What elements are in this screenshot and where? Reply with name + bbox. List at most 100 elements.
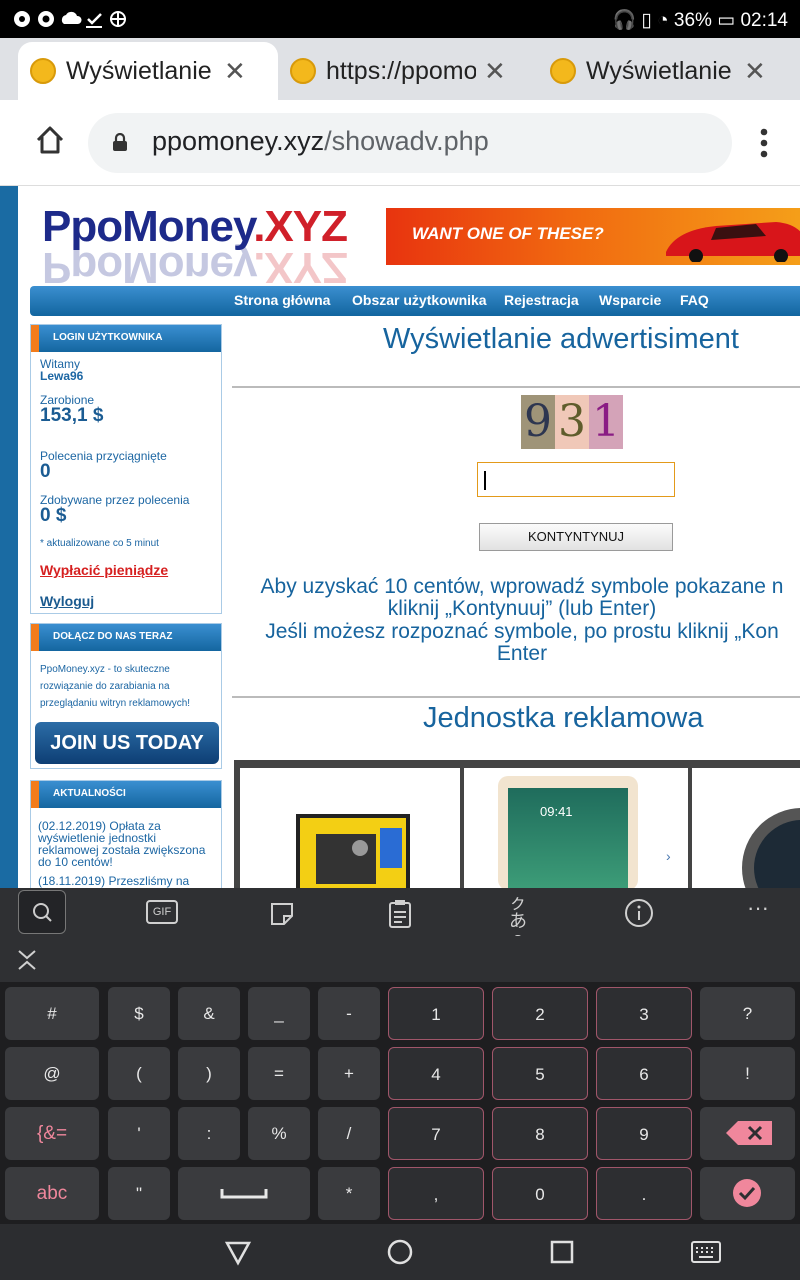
key-dollar[interactable]: $ — [108, 987, 170, 1040]
key-7[interactable]: 7 — [388, 1107, 484, 1160]
join-us-button[interactable]: JOIN US TODAY — [35, 722, 219, 764]
close-icon[interactable]: ✕ — [744, 56, 766, 87]
gif-icon[interactable]: GIF — [146, 900, 178, 924]
collapse-keyboard-icon[interactable] — [16, 948, 38, 972]
notification-icons-svg — [14, 11, 126, 28]
clock: 02:14 — [740, 10, 788, 31]
omnibox[interactable]: ppomoney.xyz/showadv.php — [88, 113, 732, 173]
ad-product-watch[interactable] — [692, 768, 800, 888]
withdraw-link[interactable]: Wypłacić pieniądze — [40, 562, 168, 578]
key-8[interactable]: 8 — [492, 1107, 588, 1160]
logout-link[interactable]: Wyloguj — [40, 593, 94, 609]
login-box: LOGIN UŻYTKOWNIKA Witamy Lewa96 Zarobion… — [30, 324, 222, 614]
favicon-icon — [290, 58, 316, 84]
search-icon[interactable] — [18, 890, 66, 934]
keyboard-toolbar: GIF ㇰあa ··· — [0, 888, 800, 948]
key-ampersand[interactable]: & — [178, 987, 240, 1040]
key-more-symbols[interactable]: {&= — [5, 1107, 99, 1160]
key-percent[interactable]: % — [248, 1107, 310, 1160]
nav-support[interactable]: Wsparcie — [599, 292, 661, 308]
space-icon — [220, 1189, 268, 1199]
key-quote[interactable]: " — [108, 1167, 170, 1220]
wifi-icon: ◔ — [657, 10, 669, 31]
more-vert-icon[interactable] — [756, 126, 772, 160]
enter-key[interactable] — [700, 1167, 795, 1220]
nav-register[interactable]: Rejestracja — [504, 292, 579, 308]
key-exclamation[interactable]: ! — [700, 1047, 795, 1100]
captcha-input[interactable] — [477, 462, 675, 497]
logo-reflection-part2: .XYZ — [253, 243, 347, 292]
sticker-icon[interactable] — [268, 900, 296, 928]
key-question[interactable]: ? — [700, 987, 795, 1040]
key-underscore[interactable]: _ — [248, 987, 310, 1040]
url-path: /showadv.php — [324, 126, 489, 156]
key-rparen[interactable]: ) — [178, 1047, 240, 1100]
tab-1[interactable]: Wyświetlanie p ✕ — [18, 42, 278, 100]
ad-banner[interactable]: WANT ONE OF THESE? — [386, 208, 800, 265]
join-text-3: przeglądaniu witryn reklamowych! — [40, 698, 191, 709]
tab-label: Wyświetlanie p — [66, 56, 216, 85]
tab-3[interactable]: Wyświetlanie p ✕ — [538, 42, 800, 100]
tab-2[interactable]: https://ppomo ✕ — [278, 42, 536, 100]
nav-home[interactable]: Strona główna — [234, 292, 330, 308]
space-key[interactable] — [178, 1167, 310, 1220]
close-icon[interactable]: ✕ — [484, 56, 506, 87]
news-item-1-line-4[interactable]: do 10 centów! — [38, 855, 113, 869]
watch-image — [742, 808, 800, 888]
clipboard-icon[interactable] — [388, 898, 412, 928]
key-5[interactable]: 5 — [492, 1047, 588, 1100]
nav-faq[interactable]: FAQ — [680, 292, 709, 308]
system-nav-bar — [0, 1224, 800, 1280]
continue-button[interactable]: KONTYNTYNUJ — [479, 523, 673, 551]
login-box-title: LOGIN UŻYTKOWNIKA — [53, 332, 163, 343]
home-nav-icon[interactable] — [386, 1238, 414, 1266]
key-6[interactable]: 6 — [596, 1047, 692, 1100]
home-icon[interactable] — [34, 124, 66, 156]
info-icon[interactable] — [624, 898, 654, 928]
more-icon[interactable]: ··· — [742, 897, 774, 930]
key-0[interactable]: 0 — [492, 1167, 588, 1220]
key-plus[interactable]: + — [318, 1047, 380, 1100]
key-minus[interactable]: - — [318, 987, 380, 1040]
ad-product-generator[interactable] — [240, 768, 460, 888]
instruction-line-4: Enter — [496, 642, 548, 665]
favicon-icon — [30, 58, 56, 84]
news-item-2-line-1[interactable]: (18.11.2019) Przeszliśmy na — [38, 874, 189, 888]
key-1[interactable]: 1 — [388, 987, 484, 1040]
key-asterisk[interactable]: * — [318, 1167, 380, 1220]
key-3[interactable]: 3 — [596, 987, 692, 1040]
key-lparen[interactable]: ( — [108, 1047, 170, 1100]
referrals-value: 0 — [40, 461, 51, 482]
key-9[interactable]: 9 — [596, 1107, 692, 1160]
earned-value: 153,1 $ — [40, 405, 104, 426]
translate-icon[interactable]: ㇰあa — [502, 894, 534, 948]
backspace-icon — [725, 1121, 772, 1145]
url-text[interactable]: ppomoney.xyz/showadv.php — [152, 126, 489, 157]
key-apostrophe[interactable]: ' — [108, 1107, 170, 1160]
key-at[interactable]: @ — [5, 1047, 99, 1100]
key-4[interactable]: 4 — [388, 1047, 484, 1100]
back-icon[interactable] — [224, 1240, 252, 1266]
join-box: DOŁĄCZ DO NAS TERAZ PpoMoney.xyz - to sk… — [30, 623, 222, 769]
ad-product-tablet[interactable]: 09:41 › — [464, 768, 688, 888]
nav-user-area[interactable]: Obszar użytkownika — [352, 292, 487, 308]
news-box-header: AKTUALNOŚCI — [31, 781, 221, 808]
backspace-key[interactable] — [700, 1107, 795, 1160]
key-2[interactable]: 2 — [492, 987, 588, 1040]
close-icon[interactable]: ✕ — [224, 56, 246, 87]
key-colon[interactable]: : — [178, 1107, 240, 1160]
join-text-1: PpoMoney.xyz - to skuteczne — [40, 664, 170, 675]
recents-icon[interactable] — [550, 1240, 574, 1264]
keyboard-switch-icon[interactable] — [690, 1240, 722, 1264]
news-box: AKTUALNOŚCI (02.12.2019) Opłata za wyświ… — [30, 780, 222, 888]
key-equals[interactable]: = — [248, 1047, 310, 1100]
key-comma[interactable]: , — [388, 1167, 484, 1220]
key-hash[interactable]: # — [5, 987, 99, 1040]
key-period[interactable]: . — [596, 1167, 692, 1220]
check-icon — [733, 1179, 761, 1207]
divider — [232, 386, 800, 388]
logo-reflection: PpoMoney.XYZ — [42, 242, 347, 292]
key-slash[interactable]: / — [318, 1107, 380, 1160]
key-abc[interactable]: abc — [5, 1167, 99, 1220]
chevron-right-icon[interactable]: › — [666, 848, 671, 864]
